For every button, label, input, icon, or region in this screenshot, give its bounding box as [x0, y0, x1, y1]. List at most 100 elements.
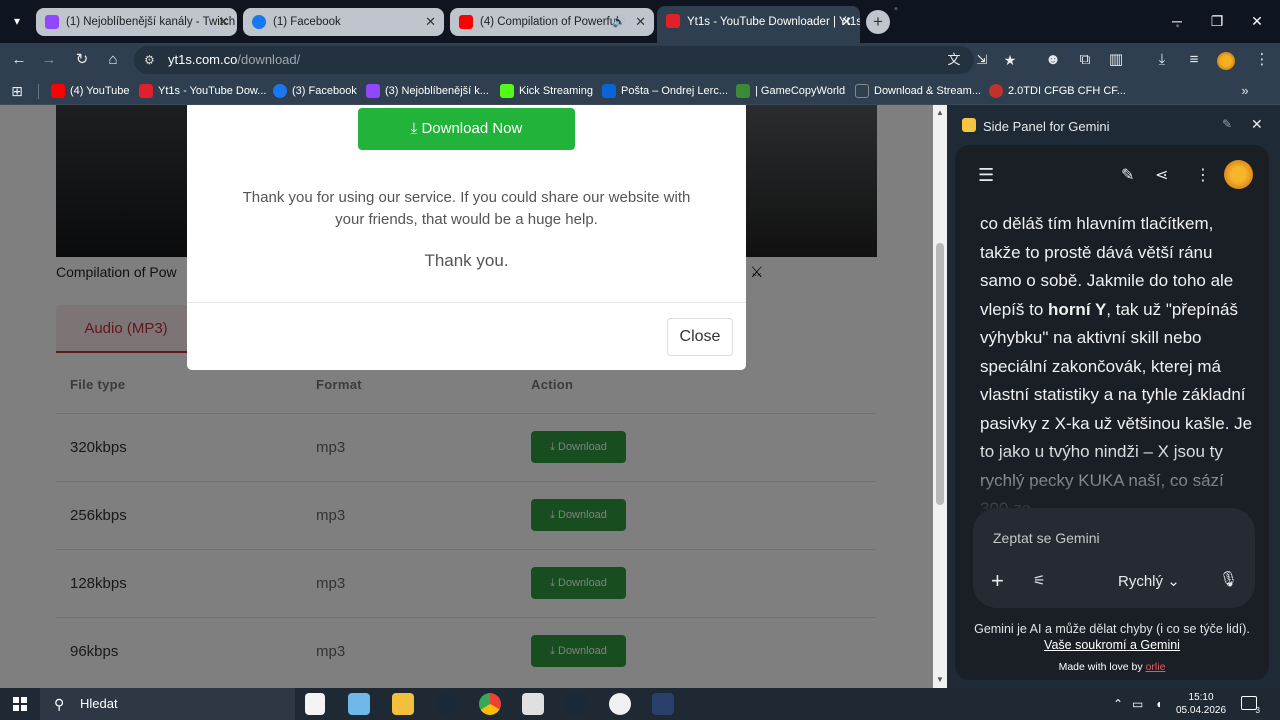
close-tab-icon[interactable]: ✕	[635, 8, 646, 36]
extensions-icon[interactable]: ⧉	[1073, 48, 1097, 72]
bookmark-kick[interactable]: Kick Streaming	[500, 77, 593, 105]
maximize-button[interactable]: ❐	[1202, 8, 1232, 34]
more-options-icon[interactable]: ⋮	[1195, 165, 1211, 185]
site-info-icon[interactable]: ⚙	[144, 46, 155, 74]
download-now-button[interactable]: ⤓ Download Now	[358, 108, 575, 150]
microphone-icon[interactable]: 🎙	[1219, 570, 1238, 588]
scrollbar-thumb[interactable]	[936, 243, 944, 505]
windows-taskbar: ⚲ Hledat ⌃ ▭ ◖ 15:10 05.04.2026 3	[0, 688, 1280, 720]
media-control-icon[interactable]: ≡	[1182, 48, 1206, 72]
tab-facebook[interactable]: (1) Facebook ✕	[243, 8, 444, 36]
bookmark-label: | GameCopyWorld	[755, 85, 846, 97]
tools-icon[interactable]: ⚟	[1033, 572, 1046, 589]
new-chat-icon[interactable]: ✎	[1121, 165, 1134, 185]
bookmark-star-icon[interactable]: ★	[998, 48, 1022, 72]
side-panel-icon[interactable]: ▥	[1104, 48, 1128, 72]
network-icon[interactable]: ▭	[1132, 688, 1143, 720]
made-with-love: Made with love by orlie	[955, 661, 1269, 673]
scroll-up-icon[interactable]: ▲	[935, 108, 945, 117]
chevron-down-icon: ⌄	[1167, 573, 1180, 590]
tab-yt1s[interactable]: Yt1s - YouTube Downloader | Yt1s ✕	[657, 6, 860, 43]
notifications-icon[interactable]: 3	[1241, 696, 1260, 715]
media-player-icon[interactable]	[609, 693, 631, 715]
taskbar-search[interactable]: ⚲ Hledat	[40, 688, 295, 720]
page-scrollbar[interactable]: ▲ ▼	[933, 105, 947, 688]
bookmark-download-stream[interactable]: Download & Stream...	[855, 77, 981, 105]
file-explorer-icon[interactable]	[392, 693, 414, 715]
new-tab-button[interactable]: +	[866, 10, 890, 34]
close-tab-icon[interactable]: ✕	[425, 8, 436, 36]
bookmark-tdi[interactable]: 2.0TDI CFGB CFH CF...	[989, 77, 1126, 105]
bookmark-mail[interactable]: Pošta – Ondrej Lerc...	[602, 77, 728, 105]
downloads-icon[interactable]: ⤓	[1150, 48, 1174, 72]
gemini-prompt-box[interactable]: Zeptat se Gemini + ⚟ Rychlý ⌄ 🎙	[973, 508, 1255, 608]
more-bookmarks-icon[interactable]: »	[1233, 79, 1257, 103]
gemini-extension-icon	[962, 118, 976, 132]
unpin-icon[interactable]: ✎	[1222, 117, 1232, 131]
reload-icon[interactable]: ↻	[70, 48, 94, 72]
facebook-icon	[273, 84, 287, 98]
file-icon[interactable]	[305, 693, 325, 715]
bookmark-twitch[interactable]: (3) Nejoblíbenější k...	[366, 77, 489, 105]
privacy-link[interactable]: Vaše soukromí a Gemini	[1044, 638, 1180, 652]
url-text[interactable]: yt1s.com.co/download/	[168, 46, 300, 74]
volume-icon[interactable]: ◖	[1155, 688, 1162, 720]
forward-icon[interactable]: →	[37, 48, 61, 72]
home-icon[interactable]: ⌂	[101, 48, 125, 72]
hamburger-menu-icon[interactable]: ☰	[978, 165, 994, 186]
profile-avatar[interactable]	[1217, 52, 1235, 70]
bookmark-label: Download & Stream...	[874, 85, 981, 97]
app-icon[interactable]	[522, 693, 544, 715]
speaker-icon[interactable]: 🔊	[612, 8, 626, 36]
tab-twitch[interactable]: (1) Nejoblíbenější kanály - Twitch ✕	[36, 8, 237, 36]
bookmark-separator	[38, 84, 39, 99]
download-icon: ⤓	[410, 120, 422, 137]
bookmark-facebook[interactable]: (3) Facebook	[273, 77, 357, 105]
yt1s-icon	[666, 14, 680, 28]
windows-start-icon[interactable]	[13, 697, 27, 711]
thank-you-modal: ⤓ Download Now Thank you for using our s…	[187, 105, 746, 370]
clock[interactable]: 15:10 05.04.2026	[1176, 691, 1226, 717]
close-tab-icon[interactable]: ✕	[841, 6, 852, 38]
chrome-icon[interactable]	[479, 693, 501, 715]
disclaimer-text: Gemini je AI a může dělat chyby (i co se…	[974, 622, 1250, 636]
bookmark-gamecopyworld[interactable]: | GameCopyWorld	[736, 77, 845, 105]
response-fade	[955, 445, 1269, 515]
youtube-icon	[459, 15, 473, 29]
add-icon[interactable]: +	[991, 568, 1004, 594]
address-bar[interactable]: ⚙ yt1s.com.co/download/ 文 ⇲ ★	[134, 46, 1016, 74]
scroll-down-icon[interactable]: ▼	[935, 675, 945, 684]
bookmark-yt1s[interactable]: Yt1s - YouTube Dow...	[139, 77, 266, 105]
steam-icon[interactable]	[436, 693, 458, 715]
mode-selector[interactable]: Rychlý ⌄	[1118, 572, 1180, 590]
back-icon[interactable]: ←	[7, 48, 31, 72]
prompt-placeholder[interactable]: Zeptat se Gemini	[993, 530, 1100, 546]
game-icon[interactable]	[652, 693, 674, 715]
author-link[interactable]: orlie	[1146, 661, 1166, 673]
close-tab-icon[interactable]: ✕	[218, 8, 229, 36]
install-app-icon[interactable]: ⇲	[970, 48, 994, 72]
translate-icon[interactable]: 文	[942, 48, 966, 72]
photos-icon[interactable]	[348, 693, 370, 715]
side-panel-title: Side Panel for Gemini	[983, 119, 1110, 134]
tray-overflow-icon[interactable]: ⌃	[1113, 688, 1123, 720]
gemini-extension-icon[interactable]: ☻	[1041, 48, 1065, 72]
kick-icon	[500, 84, 514, 98]
close-side-panel-icon[interactable]: ✕	[1251, 116, 1263, 133]
steam-alt-icon[interactable]	[565, 693, 587, 715]
minimize-button[interactable]: ─	[1162, 8, 1192, 34]
tab-search-button[interactable]: ▾	[6, 10, 28, 32]
gemini-disclaimer: Gemini je AI a může dělat chyby (i co se…	[970, 621, 1254, 653]
gamecopyworld-icon	[736, 84, 750, 98]
close-window-button[interactable]: ✕	[1242, 8, 1272, 34]
gemini-avatar[interactable]	[1224, 160, 1253, 189]
tab-youtube-compilation[interactable]: (4) Compilation of Powerful 🔊 ✕	[450, 8, 654, 36]
share-icon[interactable]: ⋖	[1155, 165, 1168, 185]
close-button[interactable]: Close	[667, 318, 733, 356]
apps-grid-icon[interactable]: ⊞	[5, 79, 29, 103]
mode-label: Rychlý	[1118, 573, 1164, 590]
web-page: Compilation of Pow ⚔ Audio (MP3) File ty…	[0, 105, 933, 688]
bookmark-youtube[interactable]: (4) YouTube	[51, 77, 130, 105]
url-path: /download/	[237, 52, 301, 67]
more-menu-icon[interactable]: ⋮	[1250, 48, 1274, 72]
